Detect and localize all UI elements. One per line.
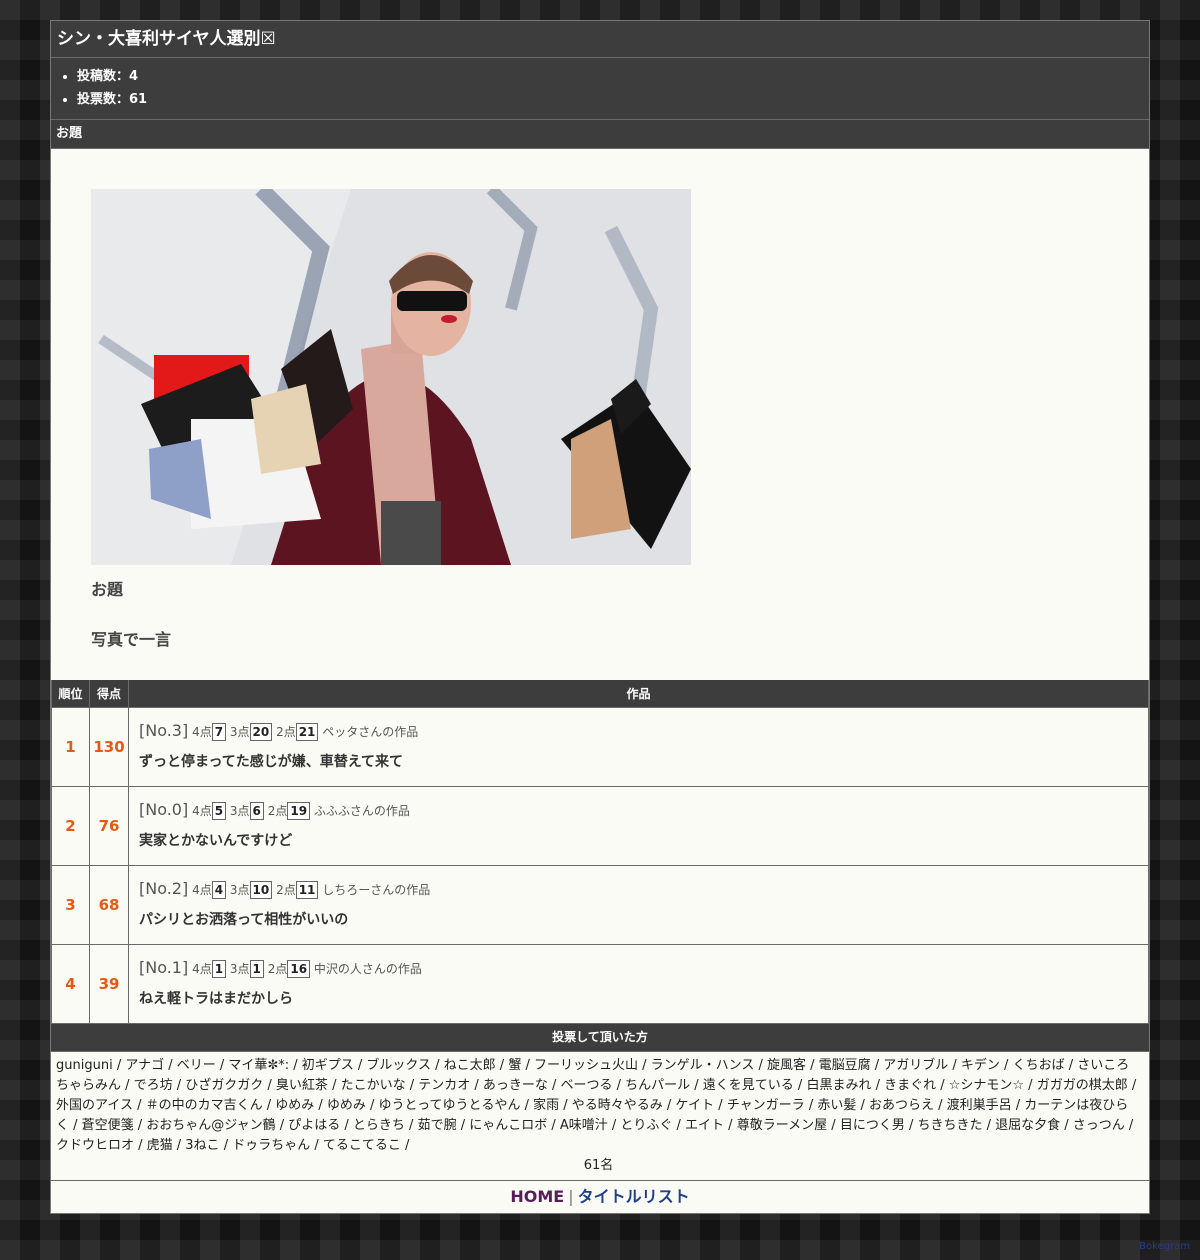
nav-separator: | [568,1187,574,1206]
score-header: 得点 [89,680,129,708]
rank-cell: 4 [51,944,90,1024]
entry-cell: [No.1] 4点 1 3点 1 2点 16 中沢の人さんの作品 ねえ軽トラはまだかし… [128,944,1149,1024]
points-2-label: 2点 [267,804,288,818]
page-title: シン・大喜利サイヤ人選別☒ [51,21,1149,58]
odai-photo-illustration [91,189,691,565]
points-3-label: 3点 [229,804,250,818]
table-row: 2 76 [No.0] 4点 5 3点 6 2点 19 ふふふさんの作品 実家とかない… [51,786,1149,866]
page-container: シン・大喜利サイヤ人選別☒ 投稿数：4 投票数：61 お題 [50,20,1150,1214]
rank-cell: 3 [51,865,90,945]
points-2-count: 21 [295,723,319,741]
odai-label: お題 [91,580,124,599]
rank-header: 順位 [51,680,90,708]
rank-cell: 1 [51,707,90,787]
footer-nav: HOME | タイトルリスト [51,1180,1149,1213]
brand-logo: Bokegram [1139,1241,1190,1252]
entry-author: しちろーさんの作品 [322,883,431,897]
rank-cell: 2 [51,786,90,866]
points-3-count: 10 [249,881,273,899]
points-4-label: 4点 [192,883,212,897]
results-table: 順位 得点 作品 1 130 [No.3] 4点 7 3点 20 2点 21 ペッタさ… [51,680,1149,1024]
points-2-label: 2点 [276,725,296,739]
score-cell: 130 [89,707,129,787]
points-2-label: 2点 [276,883,296,897]
results-header-row: 順位 得点 作品 [51,680,1149,708]
points-3-label: 3点 [229,962,250,976]
voters-heading: 投票して頂いた方 [51,1024,1149,1052]
points-4-label: 4点 [192,725,212,739]
vote-count: 投票数：61 [77,88,1149,111]
entry-author: 中沢の人さんの作品 [313,962,422,976]
points-4-label: 4点 [192,962,212,976]
entry-cell: [No.2] 4点 4 3点 10 2点 11 しちろーさんの作品 パシリとお洒落って… [128,865,1149,945]
points-4-count: 1 [211,960,227,978]
table-row: 4 39 [No.1] 4点 1 3点 1 2点 16 中沢の人さんの作品 ねえ軽トラ… [51,944,1149,1024]
points-4-count: 4 [211,881,227,899]
points-3-count: 1 [249,960,264,978]
entry-text: パシリとお洒落って相性がいいの [139,912,349,928]
odai-photo [91,189,691,565]
points-4-count: 7 [211,723,227,741]
entry-number: [No.1] [139,958,189,977]
score-cell: 39 [89,944,129,1024]
entry-number: [No.2] [139,879,189,898]
entry-cell: [No.0] 4点 5 3点 6 2点 19 ふふふさんの作品 実家とかないんですけど [128,786,1149,866]
voters-count: 61名 [583,1158,614,1173]
stats-panel: 投稿数：4 投票数：61 [51,58,1149,120]
entry-number: [No.0] [139,800,189,819]
odai-section-heading: お題 [51,120,1149,149]
points-2-label: 2点 [267,962,288,976]
points-3-count: 20 [249,723,273,741]
entry-text: ずっと停まってた感じが嫌、車替えて来て [139,754,404,770]
table-row: 1 130 [No.3] 4点 7 3点 20 2点 21 ペッタさんの作品 ずっと停… [51,707,1149,787]
points-2-count: 16 [287,960,311,978]
odai-panel: お題 写真で一言 [51,149,1149,680]
score-cell: 76 [89,786,129,866]
points-3-count: 6 [249,802,264,820]
title-list-link[interactable]: タイトルリスト [578,1187,690,1206]
entry-text: 実家とかないんですけど [139,833,293,849]
table-row: 3 68 [No.2] 4点 4 3点 10 2点 11 しちろーさんの作品 パシリと… [51,865,1149,945]
points-3-label: 3点 [229,725,250,739]
entry-number: [No.3] [139,721,189,740]
points-2-count: 11 [295,881,319,899]
entry-author: ペッタさんの作品 [322,725,419,739]
entry-text: ねえ軽トラはまだかしら [139,991,293,1007]
entry-cell: [No.3] 4点 7 3点 20 2点 21 ペッタさんの作品 ずっと停まってた感じ… [128,707,1149,787]
post-count: 投稿数：4 [77,65,1149,88]
points-3-label: 3点 [229,883,250,897]
score-cell: 68 [89,865,129,945]
odai-prompt: 写真で一言 [91,630,172,649]
points-4-label: 4点 [192,804,212,818]
voters-list: guniguni / アナゴ / ベリー / マイ華✼*: / 初ギプス / ブ… [56,1058,1137,1153]
points-4-count: 5 [211,802,227,820]
entry-author: ふふふさんの作品 [313,804,410,818]
voters-panel: guniguni / アナゴ / ベリー / マイ華✼*: / 初ギプス / ブ… [51,1052,1149,1180]
points-2-count: 19 [287,802,311,820]
home-link[interactable]: HOME [510,1187,564,1206]
work-header: 作品 [128,680,1149,708]
